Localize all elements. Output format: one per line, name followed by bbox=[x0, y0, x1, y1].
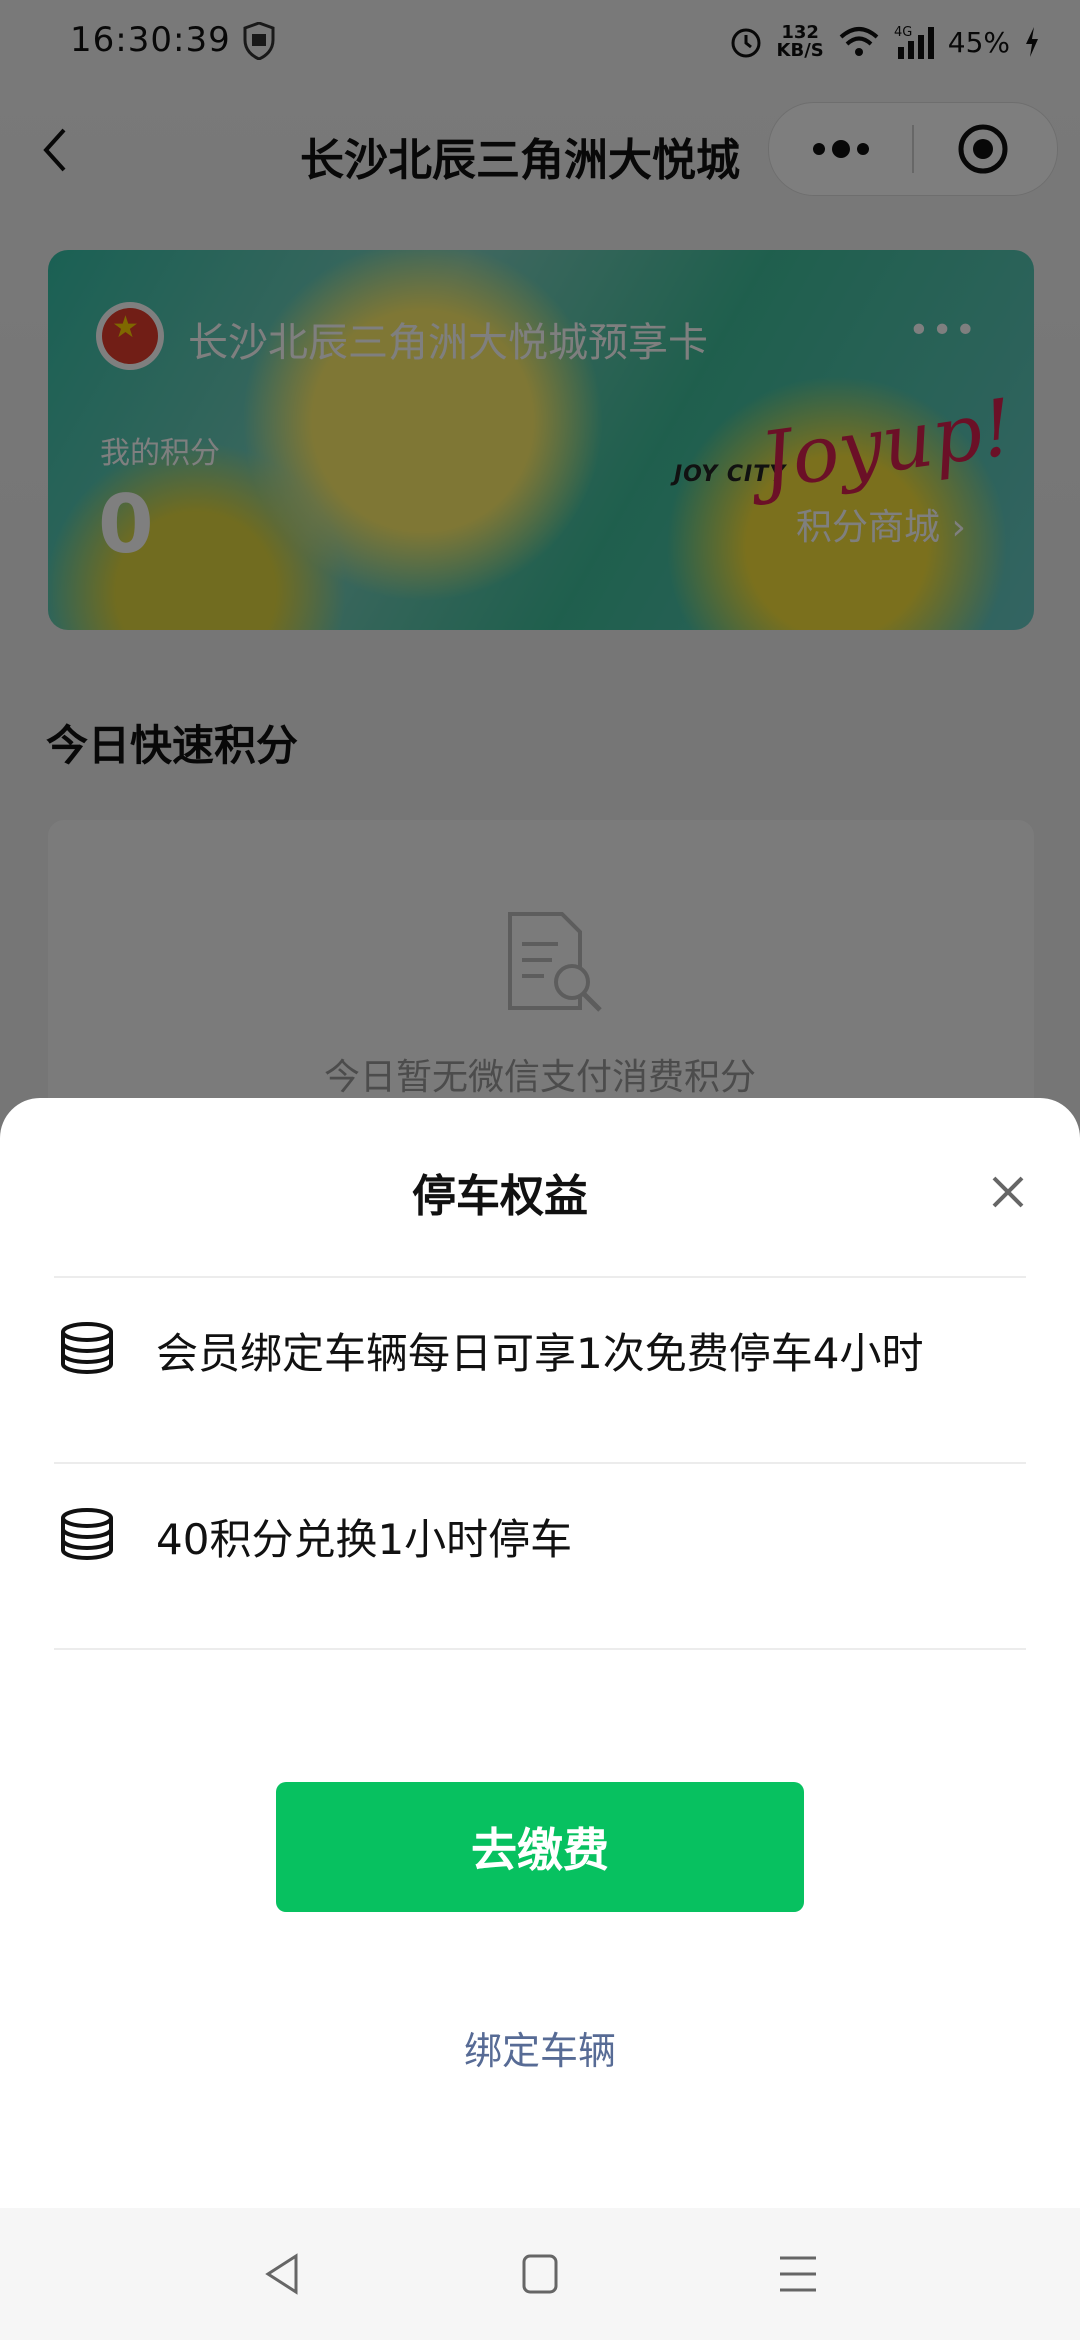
bind-vehicle-link[interactable]: 绑定车辆 bbox=[0, 2020, 1080, 2075]
coins-icon bbox=[61, 1322, 113, 1374]
nav-menu-icon[interactable] bbox=[778, 2252, 818, 2296]
benefit-item: 40积分兑换1小时停车 bbox=[54, 1472, 1026, 1592]
sheet-title: 停车权益 bbox=[412, 1171, 588, 1222]
close-icon[interactable] bbox=[986, 1170, 1030, 1214]
nav-back-icon[interactable] bbox=[262, 2252, 302, 2296]
benefit-text: 会员绑定车辆每日可享1次免费停车4小时 bbox=[156, 1329, 924, 1378]
divider bbox=[54, 1276, 1026, 1278]
nav-home-icon[interactable] bbox=[520, 2252, 560, 2296]
divider bbox=[54, 1648, 1026, 1650]
pay-button[interactable]: 去缴费 bbox=[276, 1782, 804, 1912]
benefit-text: 40积分兑换1小时停车 bbox=[156, 1515, 573, 1564]
divider bbox=[54, 1462, 1026, 1464]
coins-icon bbox=[61, 1508, 113, 1560]
system-navigation-bar bbox=[0, 2208, 1080, 2340]
parking-benefits-sheet: 停车权益 会员绑定车辆每日可享1次免费停车4小时 40积分兑换1小时停车 去缴费… bbox=[0, 1098, 1080, 2208]
benefit-item: 会员绑定车辆每日可享1次免费停车4小时 bbox=[54, 1286, 1026, 1406]
